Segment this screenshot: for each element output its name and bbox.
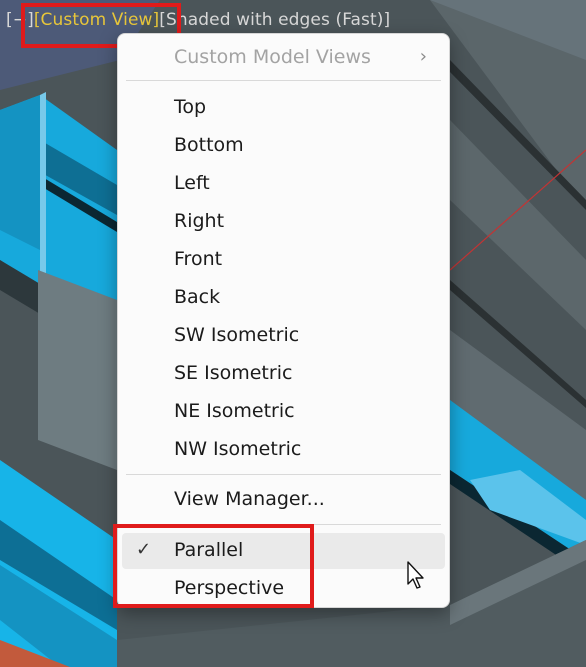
- menu-item-left[interactable]: Left: [122, 166, 445, 202]
- checkmark-icon: ✓: [136, 539, 152, 560]
- menu-item-front[interactable]: Front: [122, 242, 445, 278]
- menu-separator: [126, 80, 441, 81]
- menu-item-nw-isometric[interactable]: NW Isometric: [122, 432, 445, 468]
- menu-item-top[interactable]: Top: [122, 90, 445, 126]
- menu-item-sw-isometric[interactable]: SW Isometric: [122, 318, 445, 354]
- menu-separator: [126, 524, 441, 525]
- viewport-label-controls: [−][Custom View][Shaded with edges (Fast…: [6, 10, 390, 30]
- menu-item-bottom[interactable]: Bottom: [122, 128, 445, 164]
- menu-item-ne-isometric[interactable]: NE Isometric: [122, 394, 445, 430]
- menu-item-se-isometric[interactable]: SE Isometric: [122, 356, 445, 392]
- menu-item-view-manager[interactable]: View Manager...: [122, 482, 445, 518]
- mouse-cursor-icon: [407, 561, 424, 589]
- viewport-controls-menu[interactable]: [−]: [6, 10, 34, 30]
- visual-style-menu[interactable]: [Shaded with edges (Fast)]: [159, 10, 390, 30]
- menu-item-perspective[interactable]: Perspective: [122, 571, 445, 607]
- view-context-menu: Custom Model Views › Top Bottom Left Rig…: [117, 33, 450, 608]
- menu-item-custom-model-views: Custom Model Views ›: [174, 46, 427, 68]
- menu-item-back[interactable]: Back: [122, 280, 445, 316]
- menu-item-right[interactable]: Right: [122, 204, 445, 240]
- menu-item-parallel[interactable]: ✓ Parallel: [122, 533, 445, 569]
- chevron-right-icon: ›: [419, 46, 427, 67]
- view-controls-menu[interactable]: [Custom View]: [34, 10, 159, 30]
- menu-separator: [126, 474, 441, 475]
